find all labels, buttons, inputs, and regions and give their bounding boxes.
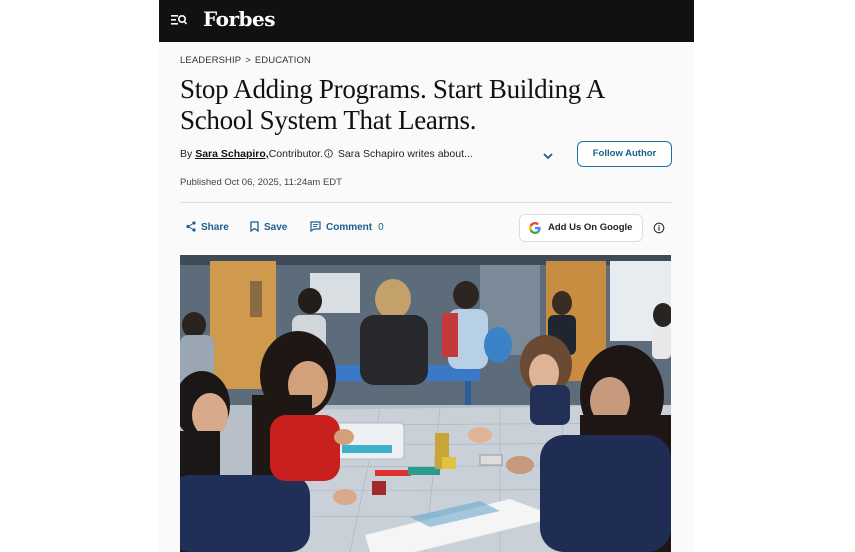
forbes-logo[interactable]: Forbes xyxy=(203,7,275,31)
follow-author-button[interactable]: Follow Author xyxy=(577,141,672,167)
save-button[interactable]: Save xyxy=(250,221,287,233)
article-headline: Stop Adding Programs. Start Building A S… xyxy=(180,74,604,135)
byline: By Sara Schapiro,Contributor. Sara Schap… xyxy=(180,148,473,161)
article-page: Forbes LEADERSHIP > EDUCATION Stop Adding … xyxy=(159,0,694,552)
comment-icon xyxy=(310,221,321,233)
bookmark-icon xyxy=(250,221,259,233)
author-blurb: Sara Schapiro writes about... xyxy=(337,148,473,160)
byline-prefix: By xyxy=(180,148,193,160)
author-link[interactable]: Sara Schapiro, xyxy=(195,148,269,160)
info-circle-icon[interactable] xyxy=(324,149,333,161)
top-navigation-bar: Forbes xyxy=(159,0,694,42)
comment-count: 0 xyxy=(378,222,384,233)
article-hero-image[interactable] xyxy=(180,255,671,552)
published-timestamp: Published Oct 06, 2025, 11:24am EDT xyxy=(180,177,342,188)
share-label: Share xyxy=(201,222,229,233)
share-button[interactable]: Share xyxy=(186,221,229,233)
chevron-down-icon[interactable] xyxy=(542,148,554,160)
breadcrumb-separator: > xyxy=(245,55,251,66)
divider xyxy=(180,202,671,203)
comment-label: Comment xyxy=(326,222,373,233)
author-role: Contributor. xyxy=(268,148,323,160)
breadcrumb-leadership[interactable]: LEADERSHIP xyxy=(180,55,241,66)
menu-search-icon[interactable] xyxy=(171,13,188,27)
google-label: Add Us On Google xyxy=(548,222,633,233)
breadcrumb: LEADERSHIP > EDUCATION xyxy=(180,55,311,66)
breadcrumb-education[interactable]: EDUCATION xyxy=(255,55,311,66)
add-us-on-google-button[interactable]: Add Us On Google xyxy=(519,214,643,242)
comment-button[interactable]: Comment 0 xyxy=(310,221,384,233)
info-icon[interactable] xyxy=(653,221,665,234)
google-logo-icon xyxy=(528,221,542,238)
share-icon xyxy=(186,221,196,232)
save-label: Save xyxy=(264,222,288,233)
